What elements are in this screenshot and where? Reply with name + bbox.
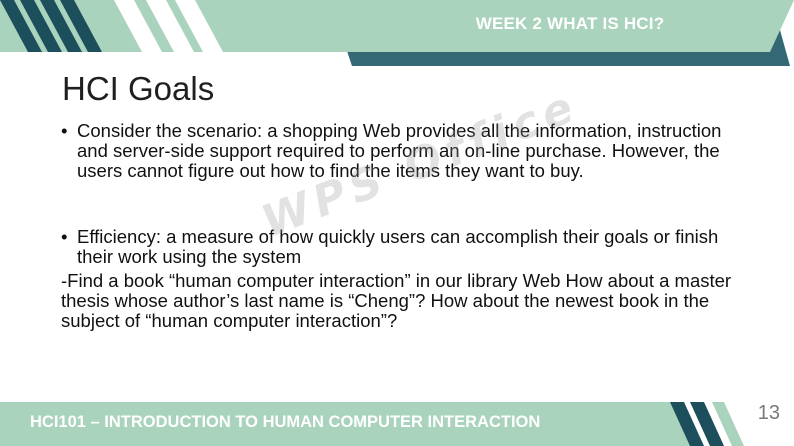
slide-body: Consider the scenario: a shopping Web pr…	[61, 121, 741, 331]
example-paragraph: -Find a book “human computer interaction…	[61, 270, 732, 331]
header-title: WEEK 2 WHAT IS HCI?	[475, 14, 665, 33]
page-number: 13	[757, 402, 780, 424]
slide: WEEK 2 WHAT IS HCI? HCI Goals Consider t…	[0, 0, 794, 446]
bullet-efficiency: Efficiency: a measure of how quickly use…	[61, 227, 741, 267]
bullet-scenario: Consider the scenario: a shopping Web pr…	[61, 121, 741, 181]
footer-title: HCI101 – INTRODUCTION TO HUMAN COMPUTER …	[30, 413, 541, 431]
slide-title: HCI Goals	[62, 70, 215, 107]
